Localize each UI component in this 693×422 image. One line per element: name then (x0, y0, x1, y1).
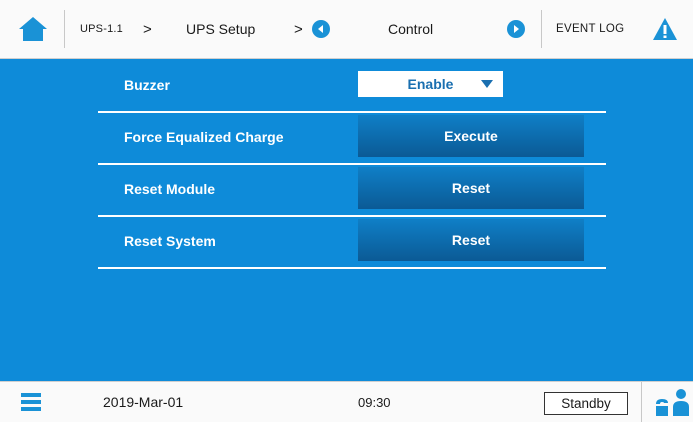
menu-icon (21, 393, 41, 411)
divider (541, 10, 542, 48)
execute-button[interactable]: Execute (358, 115, 584, 157)
section-title: Control (388, 21, 434, 37)
arrow-right-circle-icon (507, 20, 525, 38)
prev-page-button[interactable] (312, 0, 330, 58)
reset-module-row: Reset Module Reset (98, 163, 606, 217)
divider (641, 382, 642, 422)
home-button[interactable] (10, 0, 56, 58)
users-icon (656, 389, 689, 416)
force-equalized-charge-label: Force Equalized Charge (124, 129, 284, 145)
buzzer-select-value: Enable (407, 76, 454, 92)
reset-system-row: Reset System Reset (98, 215, 606, 269)
buzzer-row: Buzzer Enable (98, 59, 606, 113)
menu-button[interactable] (20, 382, 42, 422)
status-badge: Standby (544, 392, 628, 415)
reset-system-button[interactable]: Reset (358, 219, 584, 261)
home-icon (19, 17, 47, 41)
breadcrumb-separator: > (294, 20, 303, 38)
breadcrumb-setup[interactable]: UPS Setup (186, 0, 255, 58)
breadcrumb-device[interactable]: UPS-1.1 (80, 0, 123, 58)
users-button[interactable] (654, 382, 690, 422)
chevron-down-icon (481, 80, 493, 88)
arrow-left-circle-icon (312, 20, 330, 38)
top-bar: UPS-1.1 > UPS Setup > Control EVENT LOG (0, 0, 693, 59)
next-page-button[interactable] (507, 0, 525, 58)
buzzer-label: Buzzer (124, 77, 170, 93)
breadcrumb-separator: > (143, 20, 152, 38)
reset-system-label: Reset System (124, 233, 216, 249)
reset-module-button[interactable]: Reset (358, 167, 584, 209)
reset-module-label: Reset Module (124, 181, 216, 197)
control-panel: Buzzer Enable Force Equalized Charge Exe… (0, 59, 693, 381)
event-log-button[interactable]: EVENT LOG (556, 0, 624, 58)
warning-button[interactable] (652, 0, 678, 58)
divider (64, 10, 65, 48)
buzzer-select[interactable]: Enable (358, 71, 503, 97)
date-display: 2019-Mar-01 (103, 394, 184, 410)
status-bar: 2019-Mar-01 09:30 Standby (0, 381, 693, 422)
force-equalized-charge-row: Force Equalized Charge Execute (98, 111, 606, 165)
warning-icon (653, 18, 677, 40)
time-display: 09:30 (358, 394, 391, 410)
